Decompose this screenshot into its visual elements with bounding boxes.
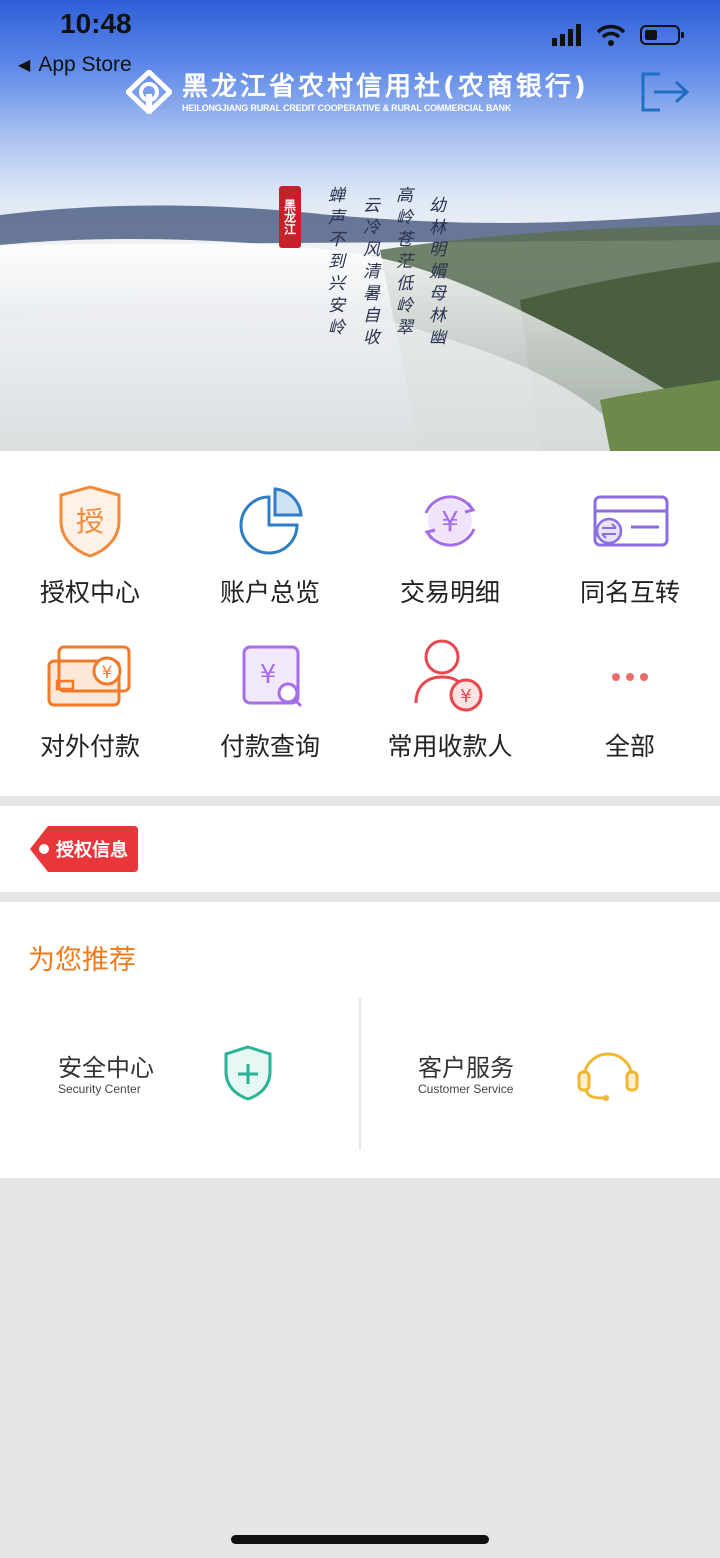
bank-emblem-icon bbox=[126, 70, 172, 114]
grid-item-external-payment[interactable]: ¥ 对外付款 bbox=[0, 635, 180, 763]
grid-item-same-name-transfer[interactable]: 同名互转 bbox=[540, 481, 720, 609]
poem-column-1: 蝉声不到兴安岭 bbox=[324, 186, 344, 340]
logout-icon bbox=[641, 72, 690, 112]
card-transfer-icon bbox=[593, 495, 669, 547]
wifi-icon bbox=[596, 24, 626, 46]
more-dots-icon bbox=[612, 673, 648, 681]
grid-item-frequent-payee[interactable]: ¥ 常用收款人 bbox=[360, 635, 540, 763]
security-center-card[interactable]: 安全中心 Security Center bbox=[58, 1042, 358, 1112]
poem-seal: 黑龙江 bbox=[279, 186, 301, 248]
grid-label: 账户总览 bbox=[219, 578, 320, 607]
bank-logo: 黑龙江省农村信用社(农商银行) HEILONGJIANG RURAL CREDI… bbox=[126, 70, 589, 114]
grid-item-authorize-center[interactable]: 授 授权中心 bbox=[0, 481, 180, 609]
yuan-cycle-icon: ¥ bbox=[424, 495, 476, 547]
status-time: 10:48 bbox=[60, 8, 132, 39]
security-shield-icon bbox=[224, 1045, 272, 1101]
svg-text:¥: ¥ bbox=[460, 686, 471, 707]
grid-item-transaction-details[interactable]: ¥ 交易明细 bbox=[360, 481, 540, 609]
back-arrow-icon: ◀ bbox=[18, 57, 31, 74]
grid-item-all[interactable]: 全部 bbox=[540, 635, 720, 763]
back-label: App Store bbox=[38, 53, 132, 76]
auth-info-label: 授权信息 bbox=[56, 840, 128, 861]
recommend-title: 为您推荐 bbox=[28, 945, 136, 976]
grid-label: 对外付款 bbox=[39, 732, 140, 761]
header-banner: 10:48 ◀ App Store 黑龙江省农村信用社(农商银行) HEILON… bbox=[0, 0, 720, 451]
customer-service-card[interactable]: 客户服务 Customer Service bbox=[418, 1042, 718, 1112]
payee-icon: ¥ bbox=[414, 639, 483, 712]
headset-icon bbox=[577, 1052, 639, 1101]
signal-icon bbox=[552, 24, 581, 46]
grid-item-payment-query[interactable]: ¥ 付款查询 bbox=[180, 635, 360, 763]
grid-label: 全部 bbox=[604, 732, 655, 761]
pie-chart-icon bbox=[239, 487, 303, 555]
bank-name-en: HEILONGJIANG RURAL CREDIT COOPERATIVE & … bbox=[182, 102, 512, 113]
payment-search-icon: ¥ bbox=[242, 645, 303, 708]
poem-column-4: 幼林明媚母林幽 bbox=[425, 196, 445, 350]
security-center-title: 安全中心 bbox=[58, 1054, 154, 1082]
grid-label: 同名互转 bbox=[579, 578, 680, 607]
poem-column-2: 云冷风清暑自收 bbox=[359, 196, 379, 350]
authorize-shield-icon: 授 bbox=[59, 485, 121, 558]
customer-service-title: 客户服务 bbox=[418, 1054, 514, 1082]
poem-column-3: 高岭苍茫低岭翠 bbox=[392, 186, 412, 340]
auth-info-section: 授权信息 bbox=[0, 806, 720, 892]
grid-item-account-overview[interactable]: 账户总览 bbox=[180, 481, 360, 609]
grid-label: 常用收款人 bbox=[387, 732, 513, 761]
battery-icon bbox=[640, 25, 684, 45]
bank-name-cn: 黑龙江省农村信用社(农商银行) bbox=[182, 71, 589, 102]
back-to-app-store[interactable]: ◀ App Store bbox=[18, 53, 132, 77]
grid-label: 授权中心 bbox=[39, 578, 140, 607]
logout-button[interactable] bbox=[640, 70, 690, 114]
payment-card-icon: ¥ bbox=[47, 645, 131, 707]
grid-label: 付款查询 bbox=[219, 732, 320, 761]
function-grid: 授 授权中心 账户总览 ¥ 交易明细 同名互转 ¥ 对外付款 ¥ 付款查询 ¥ … bbox=[0, 451, 720, 796]
svg-text:¥: ¥ bbox=[441, 505, 459, 538]
svg-text:¥: ¥ bbox=[102, 663, 113, 683]
authorize-glyph: 授 bbox=[76, 505, 104, 538]
customer-service-subtitle: Customer Service bbox=[418, 1082, 514, 1096]
status-icons bbox=[552, 24, 686, 46]
recommend-section: 为您推荐 安全中心 Security Center 客户服务 Customer … bbox=[0, 902, 720, 1178]
home-indicator[interactable] bbox=[231, 1535, 489, 1544]
grid-label: 交易明细 bbox=[399, 578, 500, 607]
recommend-divider bbox=[359, 998, 361, 1150]
svg-text:¥: ¥ bbox=[260, 660, 277, 690]
security-center-subtitle: Security Center bbox=[58, 1082, 141, 1096]
